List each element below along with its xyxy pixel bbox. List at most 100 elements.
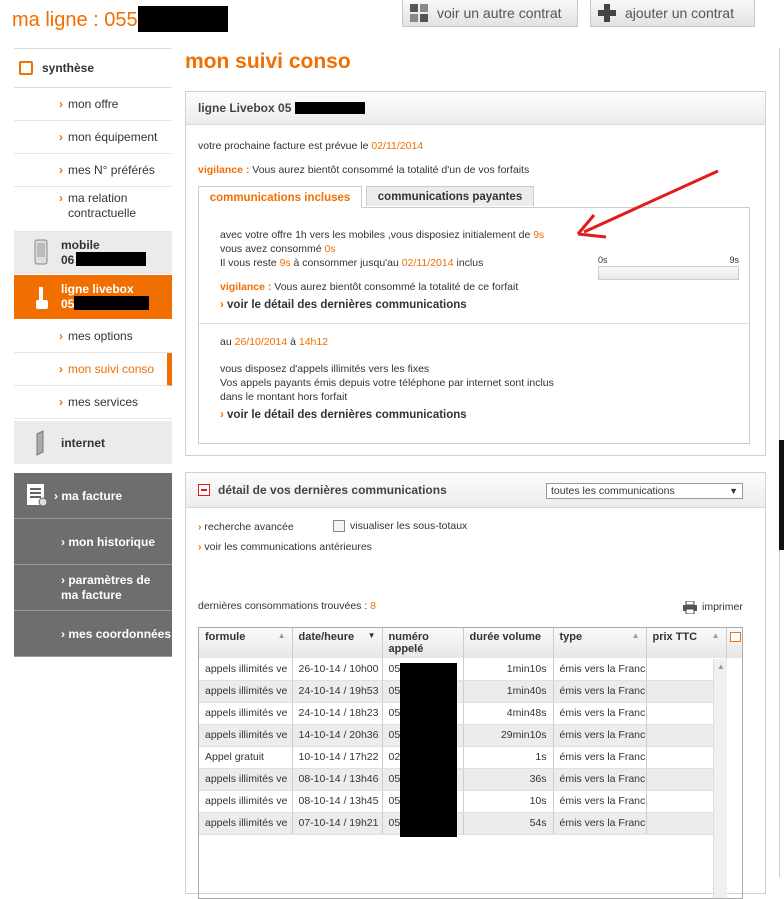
- sidebar: synthèse mon offre mon équipement mes N°…: [14, 48, 172, 657]
- redacted-block: [74, 296, 149, 310]
- grid-icon: [410, 4, 428, 22]
- subtotals-checkbox[interactable]: [333, 520, 345, 532]
- redacted-block: [137, 6, 228, 32]
- table-row[interactable]: appels illimités ve 07-10-14 / 19h21 05 54s…: [199, 812, 727, 835]
- cell-type: émis vers la Franc: [553, 680, 647, 703]
- table-scrollbar[interactable]: ▲: [713, 659, 727, 898]
- sidebar-item-relation-contractuelle[interactable]: ma relation contractuelle: [14, 187, 172, 232]
- table-row[interactable]: Appel gratuit 10-10-14 / 17h22 02 1s émis ve…: [199, 746, 727, 769]
- table-row[interactable]: appels illimités ve 08-10-14 / 13h45 05 10s…: [199, 790, 727, 813]
- sidebar-item-label: synthèse: [42, 61, 95, 75]
- cell-type: émis vers la Franc: [553, 812, 647, 835]
- cell-formule: appels illimités ve: [199, 790, 293, 813]
- cell-date: 24-10-14 / 19h53: [292, 680, 383, 703]
- page-line-title: ma ligne : 055: [12, 6, 228, 32]
- cell-type: émis vers la Franc: [553, 790, 647, 813]
- cell-duree: 29min10s: [463, 724, 554, 747]
- column-header-formule[interactable]: formule ▲: [199, 628, 293, 658]
- cell-date: 10-10-14 / 17h22: [292, 746, 383, 769]
- sidebar-item-synthese[interactable]: synthèse: [14, 48, 172, 88]
- cell-formule: Appel gratuit: [199, 746, 293, 769]
- sidebar-item-mes-options[interactable]: mes options: [14, 320, 172, 353]
- results-count: dernières consommations trouvées : 8: [198, 600, 377, 612]
- sidebar-item-mobile[interactable]: mobile 06: [14, 232, 172, 275]
- column-header-type[interactable]: type ▲: [553, 628, 647, 658]
- sidebar-item-ma-facture[interactable]: ma facture: [14, 473, 172, 519]
- sidebar-item-mon-suivi-conso[interactable]: mon suivi conso: [14, 353, 172, 386]
- column-chooser-icon[interactable]: [726, 628, 742, 658]
- cell-formule: appels illimités ve: [199, 702, 293, 725]
- unlimited-info: vous disposez d'appels illimités vers le…: [220, 363, 554, 403]
- sidebar-item-mon-offre[interactable]: mon offre: [14, 88, 172, 121]
- print-icon: [683, 600, 697, 614]
- sidebar-item-mon-equipement[interactable]: mon équipement: [14, 121, 172, 154]
- previous-communications-link[interactable]: voir les communications antérieures: [198, 540, 372, 554]
- add-contract-button[interactable]: ajouter un contrat: [590, 0, 755, 27]
- tab-content: avec votre offre 1h vers les mobiles ,vo…: [198, 207, 750, 444]
- sidebar-item-parametres-facture[interactable]: paramètres de ma facture: [14, 565, 172, 611]
- subtotals-toggle[interactable]: visualiser les sous-totaux: [333, 519, 467, 533]
- detail-link-1[interactable]: voir le détail des dernières communicati…: [220, 299, 467, 311]
- cell-duree: 1s: [463, 746, 554, 769]
- table-row[interactable]: appels illimités ve 24-10-14 / 18h23 05 4mi…: [199, 702, 727, 725]
- as-of-date: au 26/10/2014 à 14h12: [220, 336, 329, 348]
- consumption-gauge: 0s 9s: [598, 255, 739, 280]
- offer-details: avec votre offre 1h vers les mobiles ,vo…: [220, 229, 545, 269]
- mobile-phone-icon: [34, 239, 48, 265]
- column-header-date[interactable]: date/heure ▼: [292, 628, 383, 658]
- collapse-icon[interactable]: [198, 484, 210, 496]
- cell-duree: 10s: [463, 790, 554, 813]
- cell-date: 08-10-14 / 13h46: [292, 768, 383, 791]
- livebox-phone-icon: [36, 287, 48, 309]
- cell-formule: appels illimités ve: [199, 768, 293, 791]
- dropdown-arrow-icon: ▼: [729, 486, 738, 496]
- cell-date: 26-10-14 / 10h00: [292, 658, 383, 681]
- vigilance-message: vigilance : Vous aurez bientôt consommé …: [198, 164, 530, 176]
- table-row[interactable]: appels illimités ve 14-10-14 / 20h36 05 29m…: [199, 724, 727, 747]
- cell-duree: 54s: [463, 812, 554, 835]
- annotation-arrow-icon: [576, 169, 719, 239]
- cell-type: émis vers la Franc: [553, 724, 647, 747]
- tab-communications-incluses[interactable]: communications incluses: [198, 186, 362, 208]
- line-panel: ligne Livebox 05 votre prochaine facture…: [185, 91, 766, 456]
- sidebar-item-mes-coordonnees[interactable]: mes coordonnées: [14, 611, 172, 657]
- other-contract-button[interactable]: voir un autre contrat: [402, 0, 578, 27]
- sidebar-item-mon-historique[interactable]: mon historique: [14, 519, 172, 565]
- cell-formule: appels illimités ve: [199, 812, 293, 835]
- sidebar-item-numeros-preferes[interactable]: mes N° préférés: [14, 154, 172, 187]
- sidebar-item-ligne-livebox[interactable]: ligne livebox 05: [14, 275, 172, 320]
- column-header-numero[interactable]: numéro appelé: [382, 628, 464, 658]
- print-button[interactable]: imprimer: [683, 600, 743, 614]
- cell-type: émis vers la Franc: [553, 746, 647, 769]
- column-header-duree[interactable]: durée volume▲: [463, 628, 554, 658]
- cell-type: émis vers la Franc: [553, 702, 647, 725]
- cell-duree: 4min48s: [463, 702, 554, 725]
- communications-filter-select[interactable]: toutes les communications ▼: [546, 483, 743, 499]
- column-header-prix[interactable]: prix TTC ▲: [646, 628, 727, 658]
- redacted-block: [295, 102, 366, 114]
- redacted-block: [76, 252, 146, 266]
- line-panel-header: ligne Livebox 05: [186, 92, 765, 125]
- gauge-bar: [598, 266, 739, 280]
- invoice-icon: [27, 484, 48, 507]
- plus-icon: [598, 4, 616, 22]
- internet-box-icon: [36, 430, 44, 456]
- cell-type: émis vers la Franc: [553, 768, 647, 791]
- cell-duree: 1min40s: [463, 680, 554, 703]
- page-title: mon suivi conso: [185, 50, 351, 73]
- detail-panel: détail de vos dernières communications t…: [185, 472, 766, 899]
- table-row[interactable]: appels illimités ve 24-10-14 / 19h53 05 1mi…: [199, 680, 727, 703]
- vigilance-forfait: vigilance : Vous aurez bientôt consommé …: [220, 281, 519, 293]
- detail-link-2[interactable]: voir le détail des dernières communicati…: [220, 409, 467, 421]
- tab-communications-payantes[interactable]: communications payantes: [366, 186, 534, 206]
- cell-type: émis vers la Franc: [553, 658, 647, 681]
- table-row[interactable]: appels illimités ve 08-10-14 / 13h46 05 36s…: [199, 768, 727, 791]
- cell-duree: 36s: [463, 768, 554, 791]
- cell-date: 24-10-14 / 18h23: [292, 702, 383, 725]
- table-row[interactable]: appels illimités ve 26-10-14 / 10h00 05 1mi…: [199, 658, 727, 681]
- sidebar-item-mes-services[interactable]: mes services: [14, 386, 172, 419]
- cell-formule: appels illimités ve: [199, 680, 293, 703]
- advanced-search-link[interactable]: recherche avancée: [198, 520, 293, 534]
- sidebar-item-internet[interactable]: internet: [14, 421, 172, 465]
- cell-formule: appels illimités ve: [199, 724, 293, 747]
